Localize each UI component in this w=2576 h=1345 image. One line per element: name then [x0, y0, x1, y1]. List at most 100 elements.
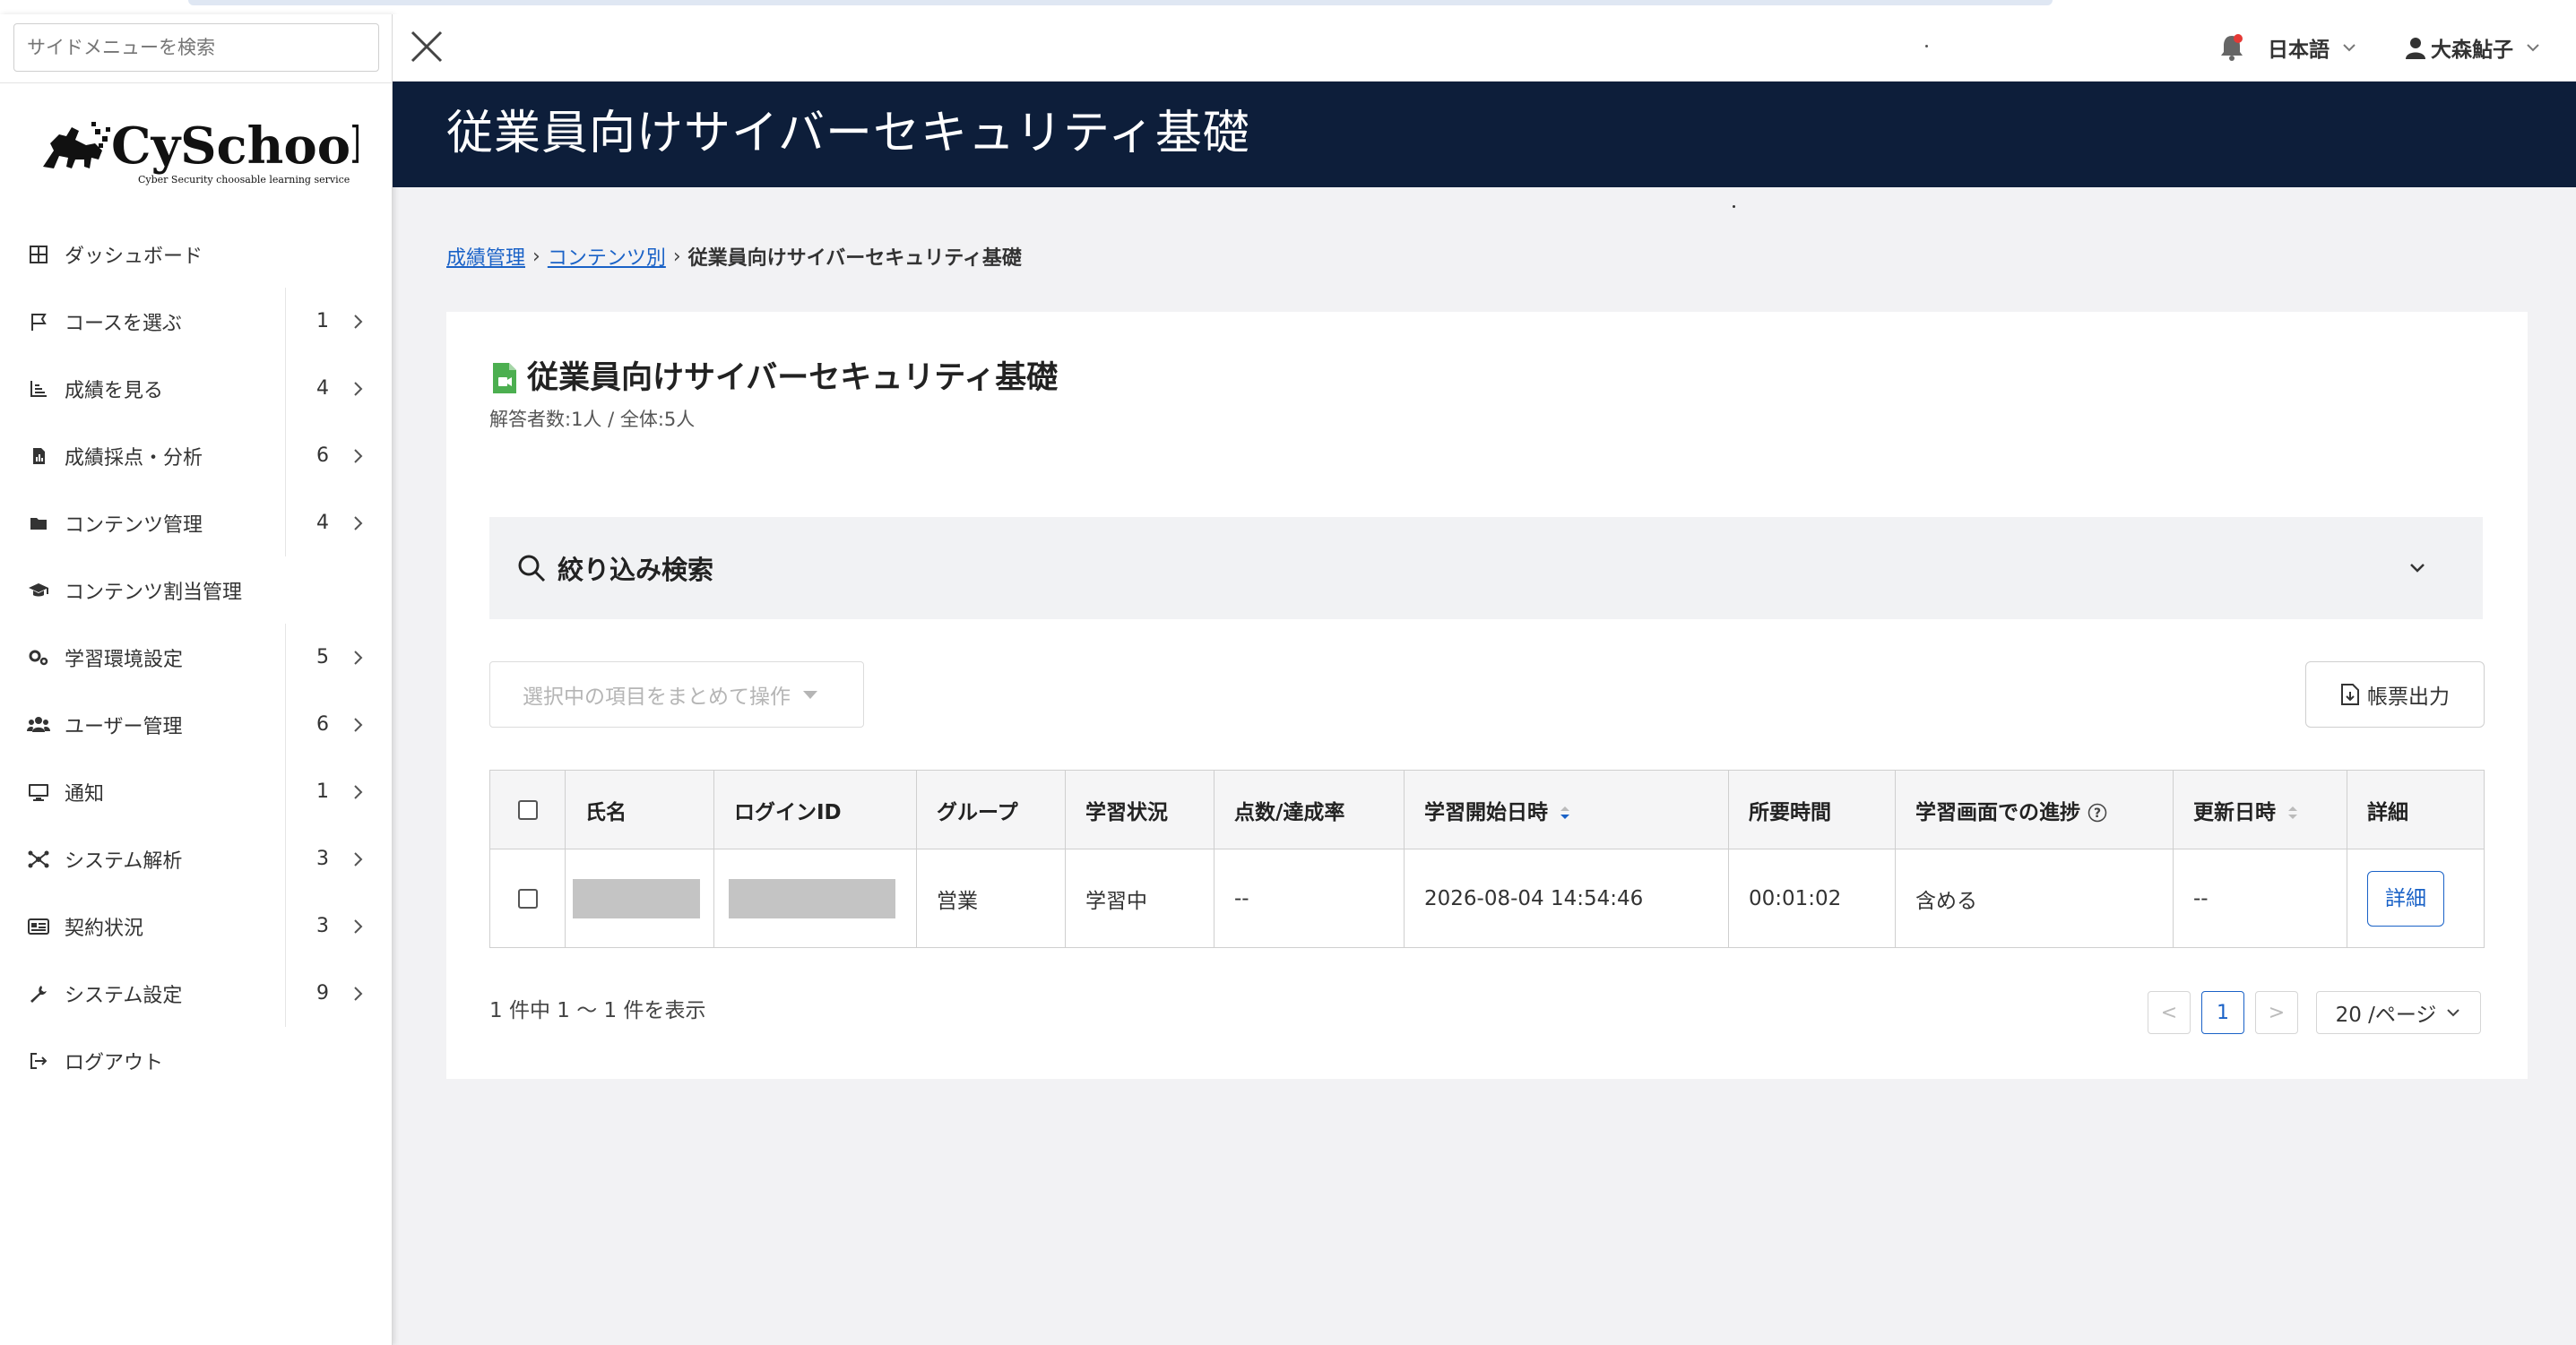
breadcrumb-separator: › [672, 245, 681, 268]
sidebar-item-label: 学習環境設定 [65, 648, 184, 671]
caret-down-icon [803, 690, 817, 699]
chevron-down-icon [2343, 44, 2356, 52]
chevron-right-icon[interactable] [348, 917, 367, 936]
breadcrumb-link-by-content[interactable]: コンテンツ別 [548, 242, 666, 271]
page-size-select[interactable]: 20 /ページ [2316, 991, 2481, 1034]
sidebar-item-separator [285, 355, 286, 422]
sidebar-item-content-management[interactable]: コンテンツ管理 4 [0, 489, 393, 556]
chevron-right-icon[interactable] [348, 312, 367, 332]
filter-label: 絞り込み検索 [558, 555, 714, 585]
sidebar-item-grading-analysis[interactable]: 成績採点・分析 6 [0, 422, 393, 489]
sidebar-item-content-assignment[interactable]: コンテンツ割当管理 [0, 556, 393, 624]
chevron-right-icon[interactable] [348, 782, 367, 802]
chevron-right-icon[interactable] [348, 648, 367, 668]
network-icon [27, 848, 50, 871]
language-selector[interactable]: 日本語 [2268, 32, 2358, 63]
sidebar-item-system-settings[interactable]: システム設定 9 [0, 960, 393, 1027]
sidebar-item-separator [285, 288, 286, 355]
filter-panel-toggle[interactable]: 絞り込み検索 [489, 517, 2483, 619]
cell-updated: -- [2173, 849, 2347, 948]
col-score: 点数/達成率 [1214, 770, 1405, 849]
video-document-icon [493, 363, 516, 393]
cell-name [565, 849, 714, 948]
cell-detail: 詳細 [2347, 849, 2485, 948]
sidebar-item-count: 6 [316, 713, 329, 736]
sidebar-item-count: 4 [316, 377, 329, 400]
sidebar-item-count: 6 [316, 444, 329, 467]
chevron-down-icon [2410, 564, 2425, 573]
chevron-down-icon [2447, 1009, 2460, 1017]
sidebar-item-system-analysis[interactable]: システム解析 3 [0, 825, 393, 892]
col-updated[interactable]: 更新日時 [2173, 770, 2347, 849]
chevron-right-icon[interactable] [348, 513, 367, 533]
wrench-icon [27, 982, 50, 1005]
sidebar-item-notifications[interactable]: 通知 1 [0, 758, 393, 825]
redacted-name [573, 878, 700, 918]
sidebar-item-label: ユーザー管理 [65, 715, 183, 738]
breadcrumb-link-grades[interactable]: 成績管理 [446, 242, 525, 271]
row-checkbox[interactable] [517, 889, 538, 909]
chevron-down-icon [2527, 44, 2539, 52]
bell-icon[interactable] [2217, 32, 2246, 63]
page-title-band: 従業員向けサイバーセキュリティ基礎 [393, 82, 2576, 187]
sidebar-item-courses[interactable]: コースを選ぶ 1 [0, 288, 393, 355]
logout-icon [27, 1049, 50, 1073]
user-menu[interactable]: 大森鮎子 [2404, 32, 2542, 63]
sidebar-item-dashboard[interactable]: ダッシュボード [0, 220, 393, 288]
sidebar-item-separator [285, 960, 286, 1027]
logo-tagline: Cyber Security choosable learning servic… [138, 174, 350, 185]
prev-page-button[interactable]: < [2148, 991, 2191, 1034]
sidebar-item-count: 4 [316, 512, 329, 534]
sort-icon[interactable] [2286, 805, 2299, 821]
sidebar-item-contract-status[interactable]: 契約状況 3 [0, 892, 393, 960]
col-updated-label: 更新日時 [2193, 800, 2276, 824]
results-table: 氏名 ログインID グループ 学習状況 点数/達成率 学習開始日時 所要時間 学… [489, 770, 2485, 948]
search-icon [518, 555, 546, 582]
bulk-action-dropdown[interactable]: 選択中の項目をまとめて操作 [489, 661, 864, 728]
help-circle-icon[interactable]: ? [2088, 803, 2107, 823]
chevron-right-icon[interactable] [348, 379, 367, 399]
sidebar-item-learning-environment[interactable]: 学習環境設定 5 [0, 624, 393, 691]
chevron-right-icon[interactable] [348, 715, 367, 735]
sidebar-item-label: コンテンツ管理 [65, 513, 203, 537]
sidebar-item-label: 契約状況 [65, 917, 144, 940]
sidebar-item-user-management[interactable]: ユーザー管理 6 [0, 691, 393, 758]
sidebar-item-separator [285, 825, 286, 892]
chevron-right-icon[interactable] [348, 849, 367, 869]
file-download-icon [2341, 684, 2359, 705]
breadcrumb-separator: › [532, 245, 540, 268]
pagination-info: 1 件中 1 ～ 1 件を表示 [489, 999, 706, 1022]
sort-desc-icon[interactable] [1559, 805, 1571, 821]
chevron-right-icon[interactable] [348, 446, 367, 466]
breadcrumb: 成績管理 › コンテンツ別 › 従業員向けサイバーセキュリティ基礎 [446, 242, 1022, 271]
cell-status: 学習中 [1065, 849, 1215, 948]
chevron-right-icon[interactable] [348, 984, 367, 1004]
col-progress: 学習画面での進捗? [1895, 770, 2174, 849]
cell-score: -- [1214, 849, 1405, 948]
close-icon[interactable] [409, 29, 445, 65]
next-page-button[interactable]: > [2255, 991, 2298, 1034]
sidebar-item-separator [285, 758, 286, 825]
col-start-datetime[interactable]: 学習開始日時 [1404, 770, 1729, 849]
col-progress-label: 学習画面での進捗 [1915, 800, 2080, 824]
sidebar-item-separator [285, 624, 286, 691]
cyschools-logo[interactable]: CySchools Cyber Security choosable learn… [36, 104, 398, 194]
notification-dot [2234, 34, 2243, 43]
sidebar-search-input[interactable] [13, 23, 379, 72]
col-duration: 所要時間 [1728, 770, 1896, 849]
sidebar-item-label: コースを選ぶ [65, 312, 182, 335]
page-button-current[interactable]: 1 [2201, 991, 2244, 1034]
col-name: 氏名 [565, 770, 714, 849]
page-size-label: 20 /ページ [2335, 1004, 2437, 1027]
stray-dot [1733, 205, 1735, 208]
cell-group: 営業 [916, 849, 1066, 948]
select-all-checkbox[interactable] [517, 800, 538, 820]
sidebar-item-logout[interactable]: ログアウト [0, 1027, 393, 1094]
sidebar-item-grades[interactable]: 成績を見る 4 [0, 355, 393, 422]
table-header-row: 氏名 ログインID グループ 学習状況 点数/達成率 学習開始日時 所要時間 学… [489, 770, 2485, 849]
sidebar-item-label: コンテンツ割当管理 [65, 581, 243, 604]
redacted-login-id [729, 878, 895, 918]
sidebar-menu: ダッシュボード コースを選ぶ 1 成績を見る 4 成績採点・分析 6 コンテンツ… [0, 220, 393, 1094]
detail-button[interactable]: 詳細 [2367, 870, 2444, 927]
export-report-button[interactable]: 帳票出力 [2305, 661, 2485, 728]
